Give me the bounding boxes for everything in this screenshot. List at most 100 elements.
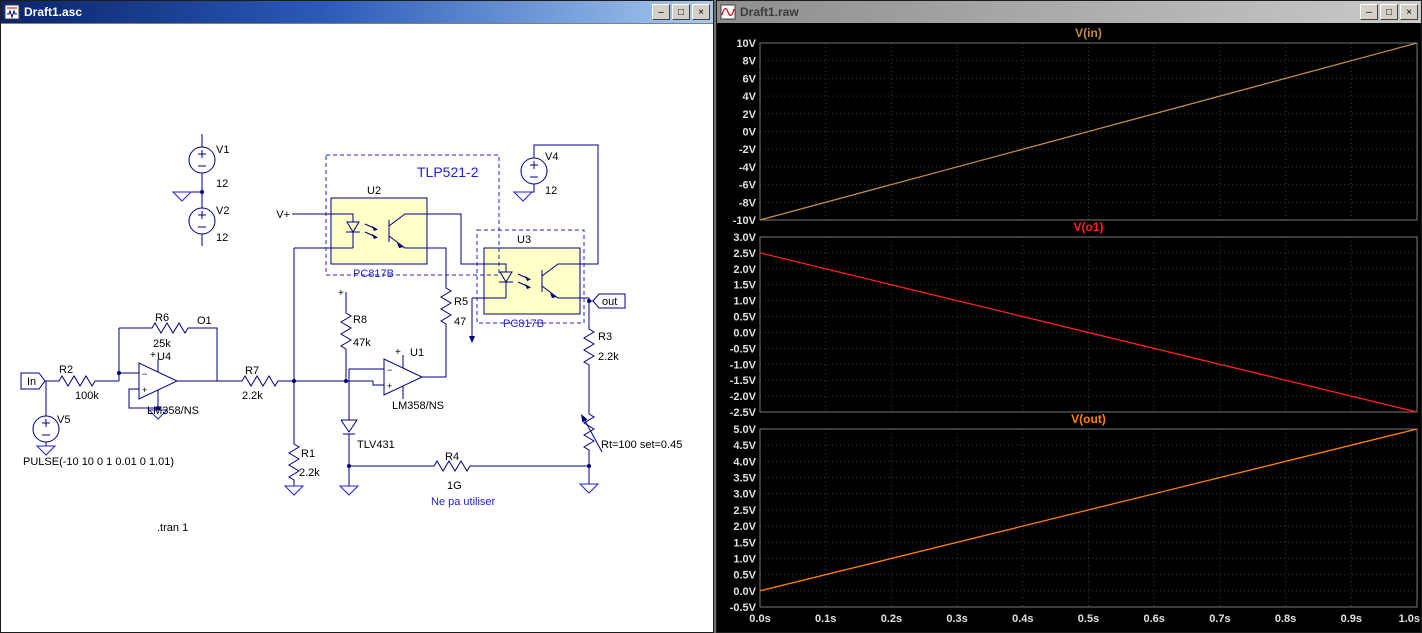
u3-value[interactable]: PC817B <box>503 318 544 330</box>
trace-V(o1)[interactable] <box>759 252 1418 413</box>
voltage-source-V4[interactable] <box>520 157 548 185</box>
close-button[interactable]: × <box>692 4 710 20</box>
ground-icon[interactable] <box>513 191 533 202</box>
shunt-regulator-TLV431[interactable] <box>340 412 358 448</box>
opamp-U1[interactable] <box>383 354 423 400</box>
v4-value[interactable]: 12 <box>545 185 557 197</box>
y-tick-label: 1.0V <box>733 553 756 565</box>
ground-icon[interactable] <box>579 483 599 494</box>
maximize-button[interactable]: □ <box>672 4 690 20</box>
port-out-label[interactable]: out <box>602 296 617 308</box>
r5-ref[interactable]: R5 <box>454 296 468 308</box>
u1-minus-mark[interactable]: − <box>387 365 392 375</box>
r2-value[interactable]: 100k <box>75 390 99 402</box>
u1-ref[interactable]: U1 <box>410 347 424 359</box>
ground-icon[interactable] <box>339 485 359 496</box>
u1-vplus-mark[interactable]: + <box>395 347 401 358</box>
close-button[interactable]: × <box>1400 4 1418 20</box>
u2-value[interactable]: PC817B <box>353 268 394 280</box>
net-vplus[interactable]: V+ <box>276 209 290 221</box>
trace-label-V(o1)[interactable]: V(o1) <box>1074 220 1104 234</box>
resistor-R3[interactable] <box>583 323 595 369</box>
voltage-source-V2[interactable] <box>188 207 216 235</box>
v1-ref[interactable]: V1 <box>216 144 229 156</box>
port-in-label[interactable]: In <box>27 376 36 388</box>
v1-value[interactable]: 12 <box>216 178 228 190</box>
r7-value[interactable]: 2.2k <box>242 390 263 402</box>
rt-value[interactable]: Rt=100 set=0.45 <box>601 439 682 451</box>
maximize-button[interactable]: □ <box>1380 4 1398 20</box>
v5-value[interactable]: PULSE(-10 10 0 1 0.01 0 1.01) <box>23 456 174 468</box>
r1-ref[interactable]: R1 <box>301 448 315 460</box>
resistor-R6[interactable] <box>146 322 192 334</box>
v5-ref[interactable]: V5 <box>57 414 70 426</box>
schematic-canvas[interactable]: V1 12 V2 12 V4 12 V5 PULSE(-10 10 0 1 0.01 0 1.… <box>1 23 713 632</box>
u1-value[interactable]: LM358/NS <box>392 400 444 412</box>
x-tick-label: 0.7s <box>1209 613 1230 625</box>
r6-value[interactable]: 25k <box>153 338 171 350</box>
r4-ref[interactable]: R4 <box>445 451 459 463</box>
y-tick-label: 8V <box>743 56 757 68</box>
r8-plus-mark[interactable]: + <box>338 288 344 299</box>
r4-value[interactable]: 1G <box>447 480 462 492</box>
voltage-source-V5[interactable] <box>32 415 60 443</box>
resistor-R5[interactable] <box>440 282 452 328</box>
r2-ref[interactable]: R2 <box>59 364 73 376</box>
resistor-R1[interactable] <box>288 438 300 484</box>
waveform-plot-area[interactable]: 10V 8V 6V 4V 2V 0V -2V -4V -6V -8V -10V V(in) 3.0V 2.… <box>717 23 1421 632</box>
r3-value[interactable]: 2.2k <box>598 351 619 363</box>
u1-plus-mark[interactable]: + <box>387 381 392 391</box>
waveform-doc-icon[interactable] <box>720 4 736 20</box>
v2-value[interactable]: 12 <box>216 232 228 244</box>
y-tick-label: -6V <box>739 180 757 192</box>
ground-icon[interactable] <box>36 445 56 456</box>
net-o1[interactable]: O1 <box>197 315 212 327</box>
r1-value[interactable]: 2.2k <box>299 467 320 479</box>
waveform-pane-V(in)[interactable]: 10V 8V 6V 4V 2V 0V -2V -4V -6V -8V -10V V(in) <box>733 26 1418 227</box>
tlv-ref[interactable]: TLV431 <box>357 439 395 451</box>
y-tick-label: 1.5V <box>733 280 756 292</box>
v2-ref[interactable]: V2 <box>216 205 229 217</box>
y-tick-label: 3.0V <box>733 489 756 501</box>
u4-minus-mark[interactable]: − <box>142 369 147 379</box>
trace-label-V(out)[interactable]: V(out) <box>1071 412 1106 426</box>
ground-icon[interactable] <box>284 485 304 496</box>
resistor-R7[interactable] <box>236 375 282 387</box>
u4-ref[interactable]: U4 <box>157 351 171 363</box>
waveform-pane-V(out)[interactable]: 5.0V 4.5V 4.0V 3.5V 3.0V 2.5V 2.0V 1.5V 1.0V 0.5V… <box>730 412 1418 614</box>
waveform-window: Draft1.raw – □ × 10V 8V 6V 4V 2V 0V -2V -4V -6V -… <box>716 0 1422 633</box>
trace-label-V(in)[interactable]: V(in) <box>1075 26 1102 40</box>
u4-plus-mark[interactable]: + <box>142 385 147 395</box>
trace-V(in)[interactable] <box>759 42 1418 221</box>
x-tick-label: 0.1s <box>815 613 836 625</box>
u4-vplus-mark[interactable]: + <box>150 350 156 361</box>
minimize-button[interactable]: – <box>1360 4 1378 20</box>
schematic-doc-icon[interactable] <box>4 4 20 20</box>
ground-icon[interactable] <box>172 191 192 202</box>
resistor-Rt-potentiometer[interactable] <box>581 408 603 454</box>
r8-value[interactable]: 47k <box>353 337 371 349</box>
v4-ref[interactable]: V4 <box>545 151 558 163</box>
directive-tran[interactable]: .tran 1 <box>157 522 188 534</box>
r8-ref[interactable]: R8 <box>353 314 367 326</box>
waveform-titlebar[interactable]: Draft1.raw – □ × <box>717 1 1421 23</box>
optocoupler-U2[interactable] <box>330 197 428 265</box>
optocoupler-U3[interactable] <box>483 247 581 315</box>
u3-ref[interactable]: U3 <box>517 234 531 246</box>
r3-ref[interactable]: R3 <box>598 331 612 343</box>
r6-ref[interactable]: R6 <box>155 312 169 324</box>
waveform-pane-V(o1)[interactable]: 3.0V 2.5V 2.0V 1.5V 1.0V 0.5V 0.0V -0.5V -1.0V -1… <box>730 220 1418 419</box>
r5-value[interactable]: 47 <box>454 316 466 328</box>
comment-tlp521[interactable]: TLP521-2 <box>417 164 479 180</box>
voltage-source-V1[interactable] <box>188 146 216 174</box>
opamp-U4[interactable] <box>138 358 178 404</box>
comment-ne-pa[interactable]: Ne pa utiliser <box>431 496 496 508</box>
resistor-R8[interactable] <box>340 307 352 353</box>
u2-ref[interactable]: U2 <box>367 185 381 197</box>
y-tick-label: 0V <box>743 127 757 139</box>
u4-value[interactable]: LM358/NS <box>147 405 199 417</box>
r7-ref[interactable]: R7 <box>245 365 259 377</box>
resistor-R2[interactable] <box>53 375 99 387</box>
minimize-button[interactable]: – <box>652 4 670 20</box>
schematic-titlebar[interactable]: Draft1.asc – □ × <box>1 1 713 23</box>
